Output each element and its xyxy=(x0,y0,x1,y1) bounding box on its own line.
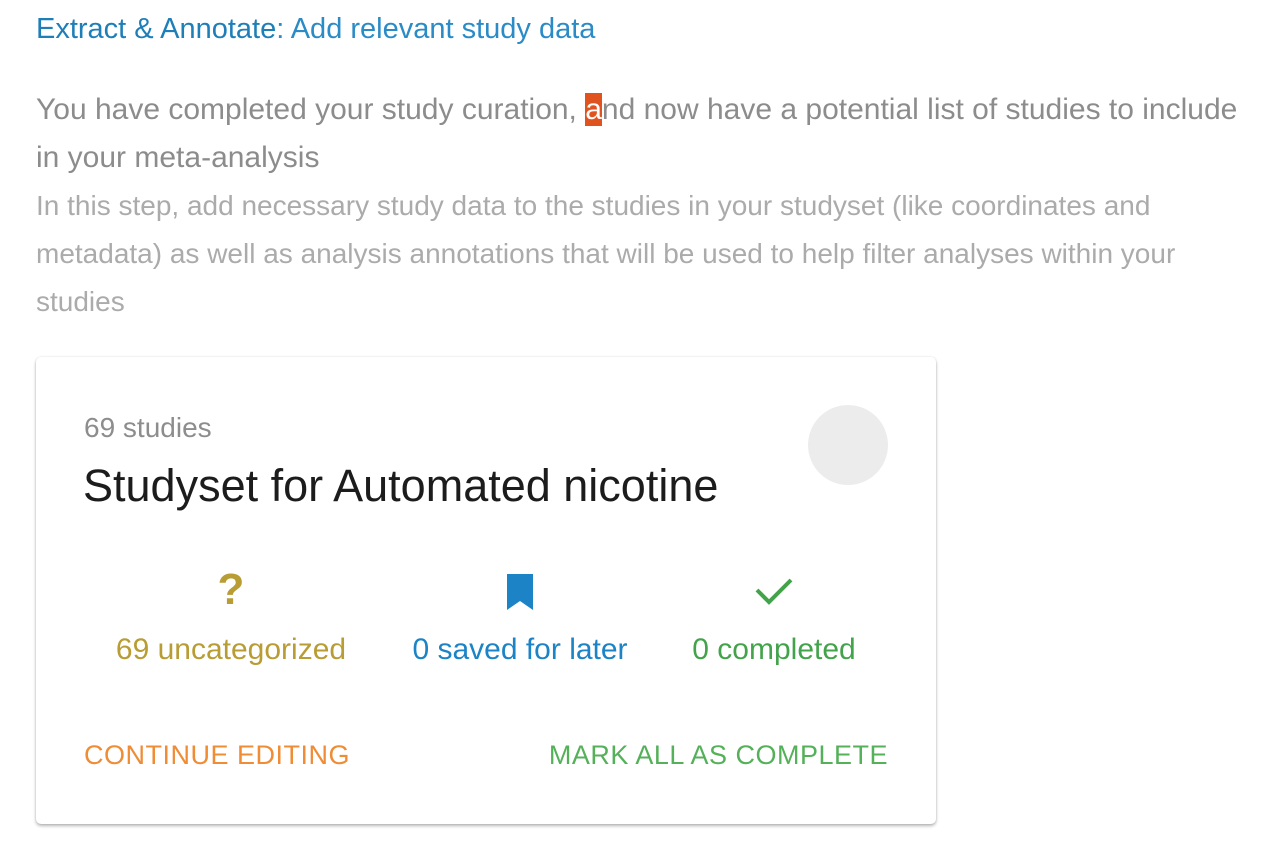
lead-text: You have completed your study curation, … xyxy=(36,86,1251,182)
step-description: In this step, add necessary study data t… xyxy=(36,190,1176,317)
stat-completed-label: 0 completed xyxy=(692,633,856,666)
studyset-card: 69 studies Studyset for Automated nicoti… xyxy=(36,357,936,824)
mark-all-complete-button[interactable]: MARK ALL AS COMPLETE xyxy=(549,737,888,773)
lead-before: You have completed your study curation, xyxy=(36,93,586,126)
header-subtitle: Add relevant study data xyxy=(290,13,596,45)
page: Extract & Annotate: Add relevant study d… xyxy=(0,0,1263,855)
stat-uncategorized: ? 69 uncategorized xyxy=(86,562,376,682)
checkmark-icon xyxy=(629,562,919,618)
bookmark-icon xyxy=(375,562,665,618)
header-separator: : xyxy=(276,13,291,45)
stat-saved-label: 0 saved for later xyxy=(412,633,628,666)
question-mark-icon: ? xyxy=(217,565,245,614)
progress-avatar xyxy=(808,405,888,485)
page-header: Extract & Annotate: Add relevant study d… xyxy=(36,9,595,49)
study-count: 69 studies xyxy=(84,412,212,443)
header-title: Extract & Annotate xyxy=(36,13,277,45)
stat-saved: 0 saved for later xyxy=(375,562,665,682)
studyset-title: Studyset for Automated nicotine xyxy=(83,460,719,511)
continue-editing-button[interactable]: CONTINUE EDITING xyxy=(84,737,350,773)
lead-highlight: a xyxy=(585,93,602,126)
stat-uncategorized-label: 69 uncategorized xyxy=(115,633,347,666)
stat-completed: 0 completed xyxy=(629,562,919,682)
